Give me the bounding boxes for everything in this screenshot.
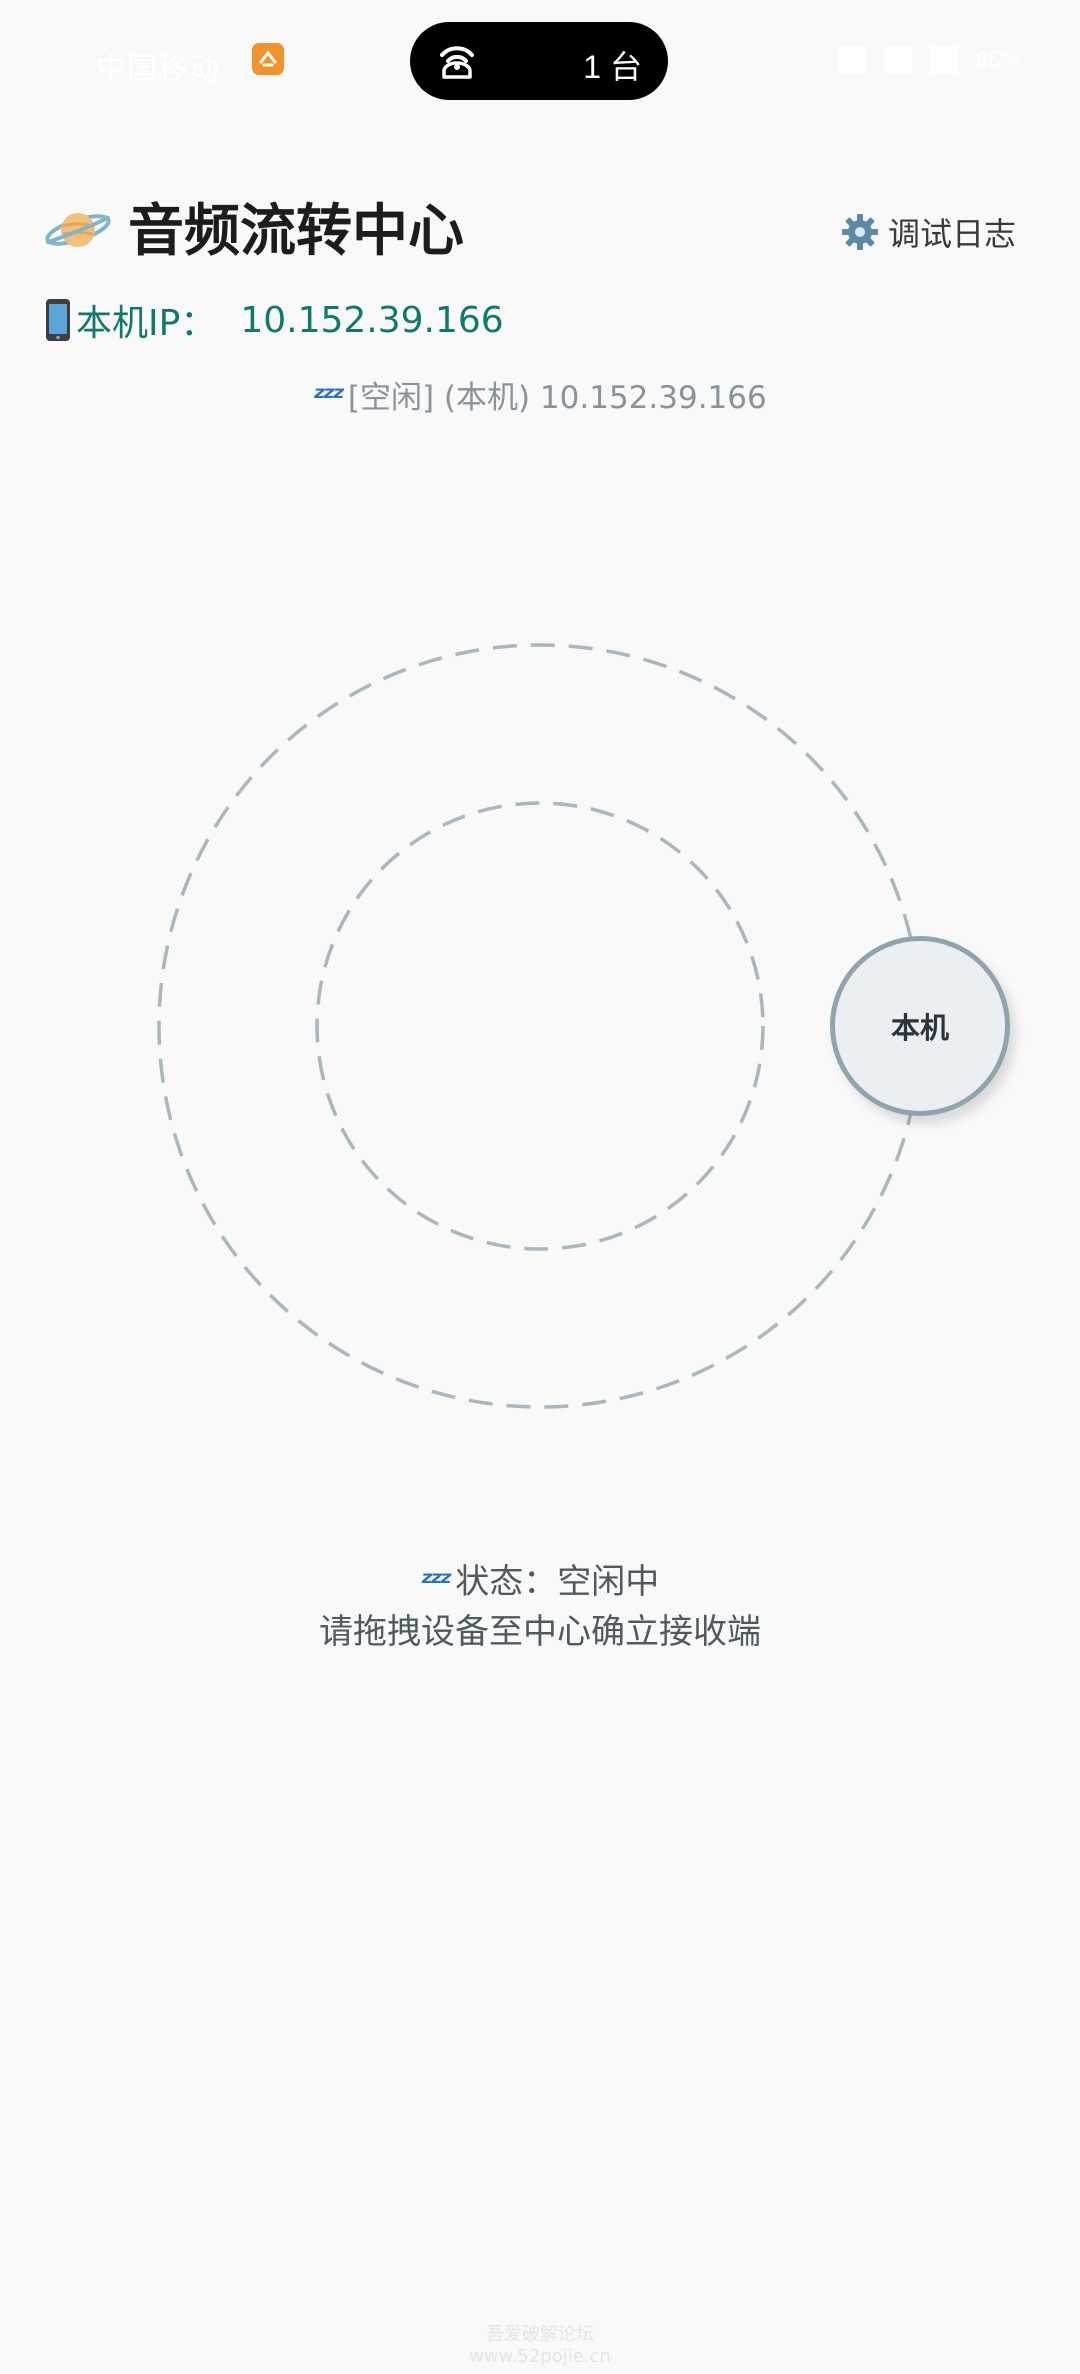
sleeping-icon: ᶻᶻᶻ — [420, 1566, 453, 1601]
instruction-hint: 请拖拽设备至中心确立接收端 — [319, 1612, 761, 1652]
outer-orbit-ring — [157, 643, 923, 1409]
watermark-line-2: www.52pojie.cn — [469, 2346, 611, 2367]
local-device-node[interactable]: 本机 — [830, 936, 1010, 1116]
status-text: 状态：空闲中 — [455, 1562, 660, 1602]
status-line: ᶻᶻᶻ 状态：空闲中 — [0, 1554, 1080, 1603]
watermark: 吾爱破解论坛 www.52pojie.cn — [0, 2324, 1080, 2368]
orbit-rings — [157, 643, 923, 1409]
local-device-label: 本机 — [890, 1011, 949, 1045]
watermark-line-1: 吾爱破解论坛 — [486, 2324, 594, 2345]
center-drop-zone[interactable] — [315, 801, 765, 1251]
